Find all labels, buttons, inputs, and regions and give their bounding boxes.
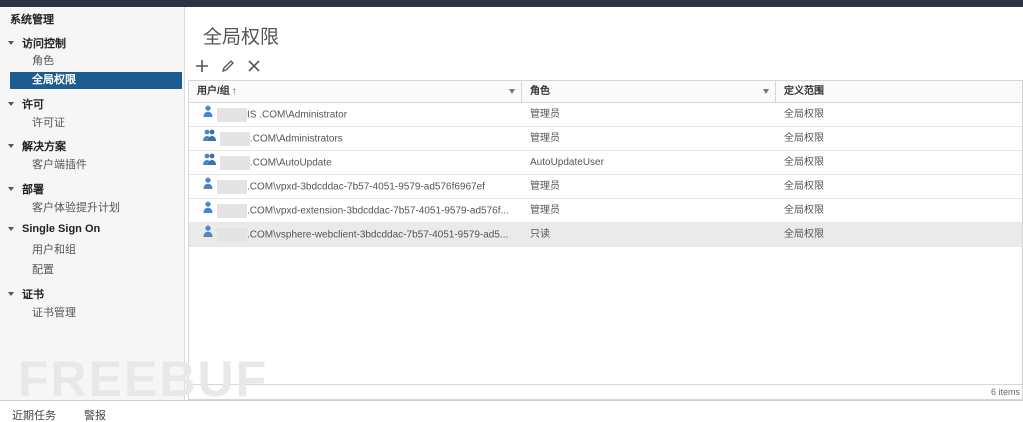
sidebar-group-label: 访问控制 (22, 38, 66, 50)
column-header-label: 角色 (530, 86, 550, 97)
table-row[interactable]: .COM\AutoUpdate AutoUpdateUser 全局权限 (189, 151, 1022, 175)
sidebar-group-access-control[interactable]: 访问控制 (8, 35, 66, 51)
sidebar-group-label: 解决方案 (22, 141, 66, 153)
user-icon (203, 199, 213, 223)
sidebar-group-label: 部署 (22, 184, 44, 196)
delete-icon[interactable] (244, 57, 264, 75)
sidebar-item-configuration[interactable]: 配置 (10, 262, 182, 279)
sidebar-group-label: 许可 (22, 99, 44, 111)
sidebar-group-label: 证书 (22, 289, 44, 301)
redaction-mask (217, 228, 247, 242)
filter-icon[interactable] (763, 89, 769, 94)
cell-scope: 全局权限 (784, 157, 824, 168)
sidebar-group-license[interactable]: 许可 (8, 96, 44, 112)
caret-down-icon (8, 144, 14, 148)
cell-scope: 全局权限 (784, 229, 824, 240)
item-count: 6 items (990, 387, 1020, 397)
main-panel: 全局权限 用户/组 ↑ 角色 定义范围 IS .COM\Administrato… (186, 7, 1023, 400)
cell-user: IS .COM\Administrator (189, 103, 522, 127)
sort-ascending-icon: ↑ (231, 86, 237, 97)
cell-role: 管理员 (530, 133, 560, 144)
sidebar: 系统管理 访问控制 角色 全局权限 许可 许可证 解决方案 客户端插件 部署 客… (0, 7, 185, 400)
user-icon (203, 223, 213, 247)
column-header-role[interactable]: 角色 (522, 81, 776, 102)
cell-role: 管理员 (530, 109, 560, 120)
redaction-mask (220, 132, 250, 146)
user-icon (203, 103, 213, 127)
user-name: .COM\vsphere-webclient-3bdcddac-7b57-405… (247, 229, 509, 241)
caret-down-icon (8, 227, 14, 231)
toolbar (192, 57, 270, 75)
redaction-mask (217, 108, 247, 122)
sidebar-group-label: Single Sign On (22, 223, 101, 235)
column-header-user[interactable]: 用户/组 ↑ (189, 81, 522, 102)
sidebar-group-solutions[interactable]: 解决方案 (8, 138, 66, 154)
cell-role: 只读 (530, 229, 550, 240)
cell-role: 管理员 (530, 205, 560, 216)
table-row[interactable]: .COM\vsphere-webclient-3bdcddac-7b57-405… (189, 223, 1022, 247)
group-icon (203, 127, 216, 151)
sidebar-item-users-groups[interactable]: 用户和组 (10, 242, 182, 259)
cell-role: AutoUpdateUser (530, 157, 604, 168)
bottom-bar: 近期任务 警报 (0, 400, 1023, 422)
redaction-mask (220, 156, 250, 170)
caret-down-icon (8, 187, 14, 191)
user-name: .COM\Administrators (250, 133, 343, 145)
column-header-label: 定义范围 (784, 86, 824, 97)
redaction-mask (217, 204, 247, 218)
cell-role: 管理员 (530, 181, 560, 192)
tab-recent-tasks[interactable]: 近期任务 (12, 407, 56, 422)
table-row[interactable]: .COM\vpxd-3bdcddac-7b57-4051-9579-ad576f… (189, 175, 1022, 199)
user-name: .COM\AutoUpdate (250, 157, 332, 169)
user-icon (203, 175, 213, 199)
cell-scope: 全局权限 (784, 109, 824, 120)
table-row[interactable]: .COM\vpxd-extension-3bdcddac-7b57-4051-9… (189, 199, 1022, 223)
cell-user: .COM\vpxd-3bdcddac-7b57-4051-9579-ad576f… (189, 175, 522, 199)
freebuf-watermark-logo: FREEBUF (18, 352, 268, 402)
top-bar (0, 0, 1023, 7)
sidebar-item-global-permissions[interactable]: 全局权限 (10, 72, 182, 89)
user-name: .COM\vpxd-3bdcddac-7b57-4051-9579-ad576f… (247, 181, 485, 193)
user-name: .COM\vpxd-extension-3bdcddac-7b57-4051-9… (247, 205, 509, 217)
sidebar-item-ceip[interactable]: 客户体验提升计划 (10, 200, 182, 217)
cell-scope: 全局权限 (784, 181, 824, 192)
cell-user: .COM\vsphere-webclient-3bdcddac-7b57-405… (189, 223, 522, 247)
grid-header: 用户/组 ↑ 角色 定义范围 (189, 81, 1022, 103)
cell-user: .COM\AutoUpdate (189, 151, 522, 175)
cell-scope: 全局权限 (784, 205, 824, 216)
sidebar-group-sso[interactable]: Single Sign On (8, 223, 100, 235)
caret-down-icon (8, 41, 14, 45)
user-name: IS .COM\Administrator (247, 109, 348, 121)
group-icon (203, 151, 216, 175)
tab-alarms[interactable]: 警报 (84, 407, 106, 422)
caret-down-icon (8, 292, 14, 296)
page-title: 全局权限 (203, 27, 280, 48)
filter-icon[interactable] (509, 89, 515, 94)
sidebar-root-title: 系统管理 (10, 14, 54, 26)
edit-icon[interactable] (218, 57, 238, 75)
cell-scope: 全局权限 (784, 133, 824, 144)
sidebar-item-client-plugins[interactable]: 客户端插件 (10, 157, 182, 174)
watermark-text: FREEBUF (18, 352, 268, 402)
caret-down-icon (8, 102, 14, 106)
cell-user: .COM\Administrators (189, 127, 522, 151)
column-header-scope[interactable]: 定义范围 (776, 81, 1022, 102)
sidebar-item-licenses[interactable]: 许可证 (10, 115, 182, 132)
add-icon[interactable] (192, 57, 212, 75)
table-row[interactable]: .COM\Administrators 管理员 全局权限 (189, 127, 1022, 151)
redaction-mask (217, 180, 247, 194)
sidebar-group-certificates[interactable]: 证书 (8, 286, 44, 302)
sidebar-group-deployment[interactable]: 部署 (8, 181, 44, 197)
table-row[interactable]: IS .COM\Administrator 管理员 全局权限 (189, 103, 1022, 127)
cell-user: .COM\vpxd-extension-3bdcddac-7b57-4051-9… (189, 199, 522, 223)
column-header-label: 用户/组 (197, 86, 230, 97)
sidebar-item-roles[interactable]: 角色 (10, 53, 182, 70)
sidebar-item-cert-management[interactable]: 证书管理 (10, 305, 182, 322)
